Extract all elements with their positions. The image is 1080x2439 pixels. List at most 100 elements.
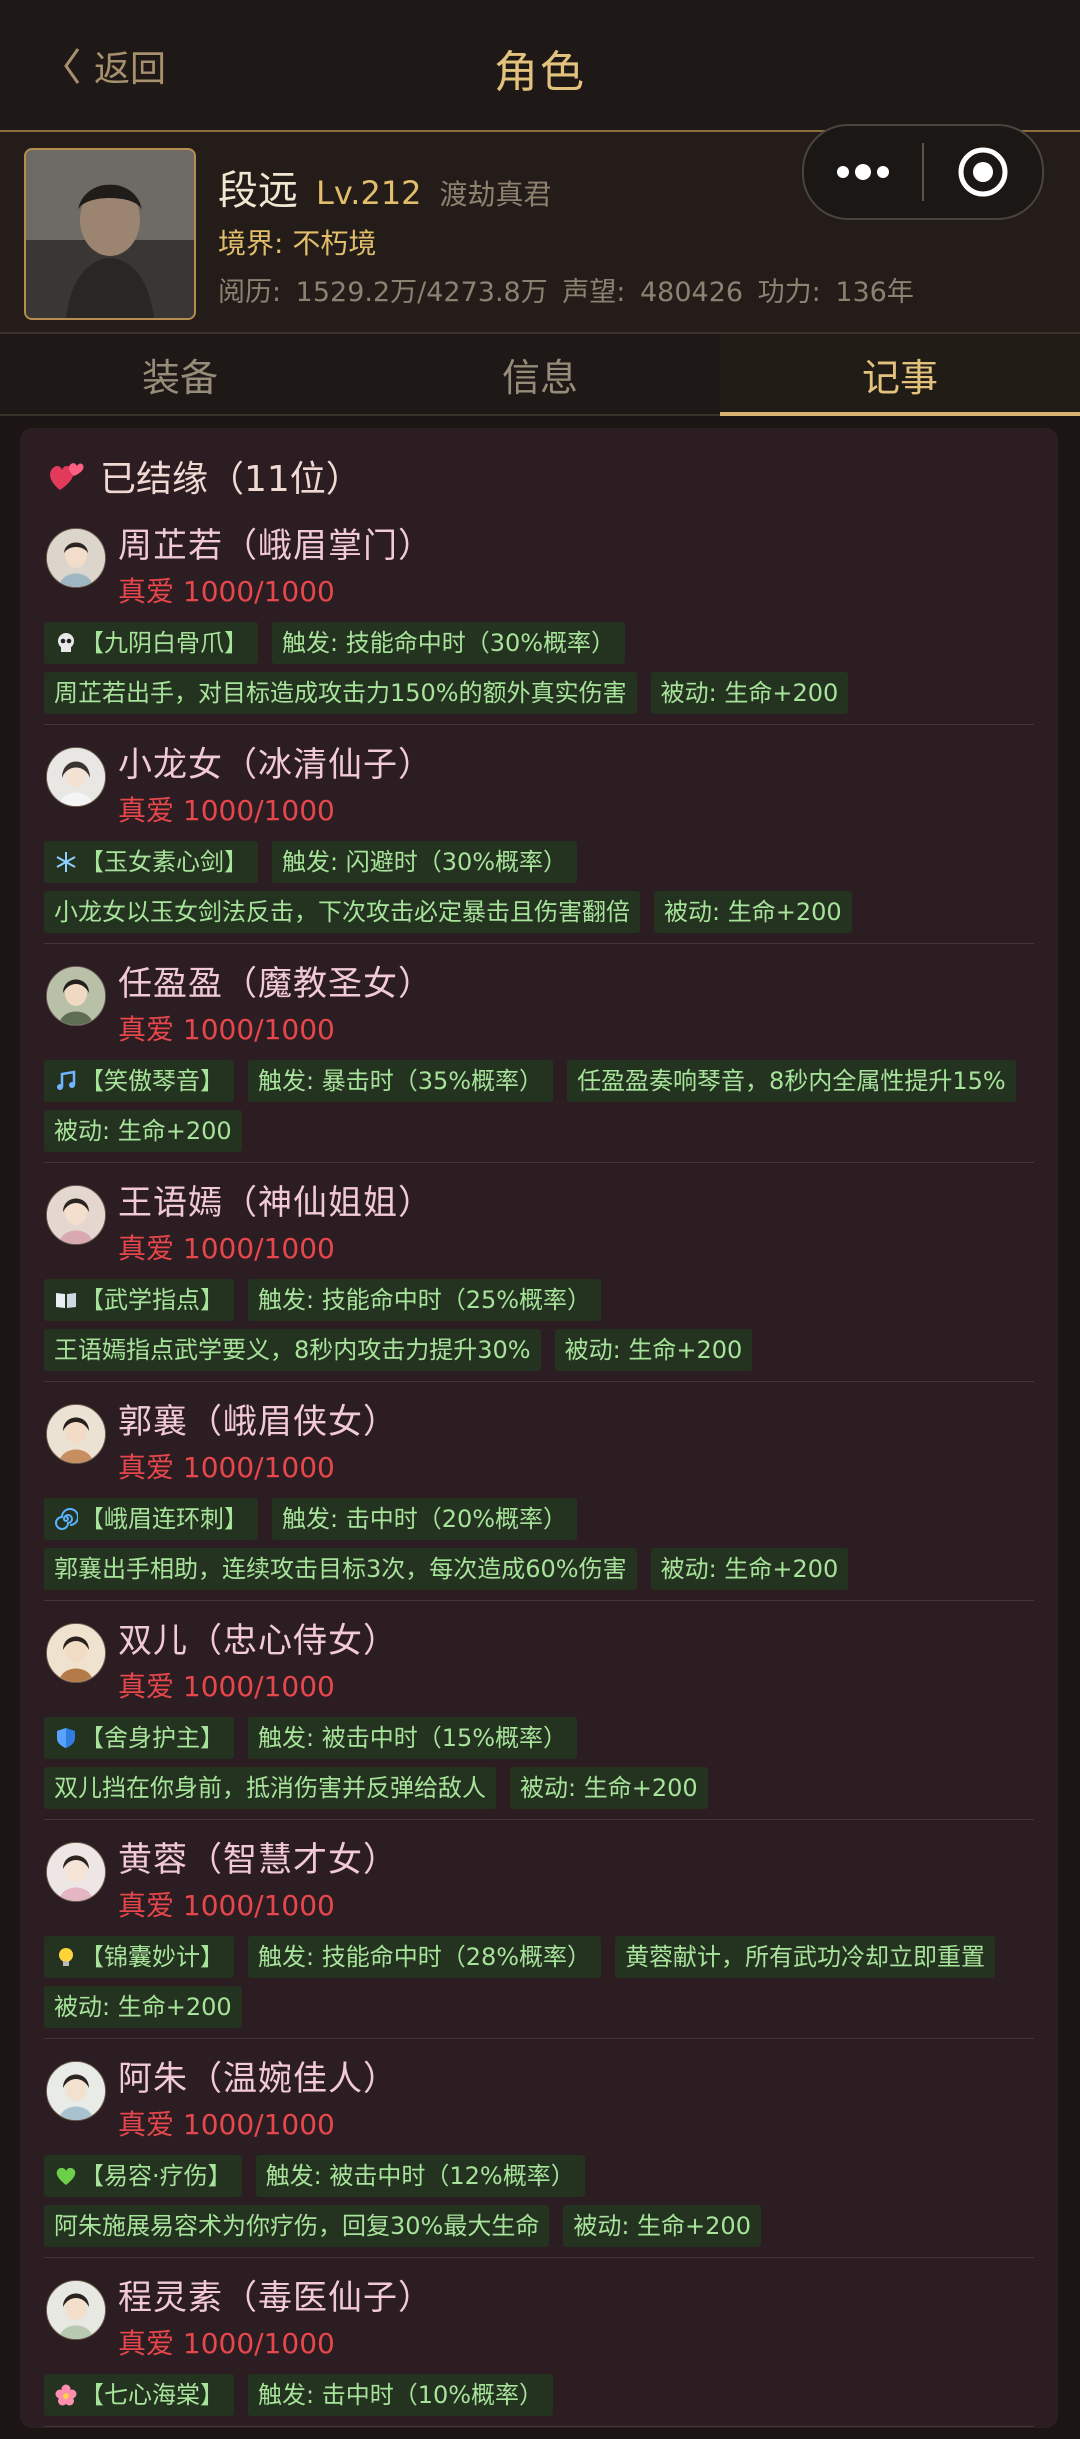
character-realm: 境界: 不朽境	[218, 227, 377, 260]
skill-name-tag: 【锦囊妙计】	[44, 1936, 234, 1978]
character-stats: 阅历: 1529.2万/4273.8万 声望: 480426 功力: 136年	[218, 277, 914, 308]
companion-avatar	[46, 2280, 106, 2340]
passive-tag: 被动: 生命+200	[44, 1986, 242, 2028]
music-note-icon	[57, 1070, 76, 1090]
character-name-line: 段远 Lv.212 渡劫真君	[218, 158, 552, 216]
companion-name: 小龙女（冰清仙子）	[118, 745, 433, 785]
character-level: Lv.212	[316, 174, 422, 212]
trigger-tag: 触发: 被击中时（12%概率）	[255, 2155, 585, 2197]
companion-affection: 真爱 1000/1000	[118, 1232, 335, 1265]
tab-equipment[interactable]: 装备	[0, 334, 360, 414]
companion-affection: 真爱 1000/1000	[118, 2108, 335, 2141]
passive-tag: 被动: 生命+200	[650, 1548, 849, 1590]
tab-info[interactable]: 信息	[360, 334, 720, 414]
companion-avatar	[46, 1404, 106, 1464]
effect-tag: 双儿挡在你身前，抵消伤害并反弹给敌人	[44, 1767, 496, 1809]
companion-skill-tags: 【武学指点】 触发: 技能命中时（25%概率） 王语嫣指点武学要义，8秒内攻击力…	[44, 1279, 1034, 1371]
character-portrait	[24, 148, 196, 320]
companion-item[interactable]: 周芷若（峨眉掌门） 真爱 1000/1000 【九阴白骨爪】 触发: 技能命中时…	[44, 518, 1034, 725]
page-title: 角色	[494, 47, 586, 98]
trigger-tag: 触发: 击中时（20%概率）	[272, 1498, 578, 1540]
companion-skill-tags: 【七心海棠】 触发: 击中时（10%概率）	[44, 2374, 1034, 2416]
companion-skill-tags: 【舍身护主】 触发: 被击中时（15%概率） 双儿挡在你身前，抵消伤害并反弹给敌…	[44, 1717, 1034, 1809]
skill-name-tag: 【玉女素心剑】	[44, 841, 258, 883]
companion-skill-tags: 【笑傲琴音】 触发: 暴击时（35%概率） 任盈盈奏响琴音，8秒内全属性提升15…	[44, 1060, 1034, 1152]
companion-item[interactable]: 黄蓉（智慧才女） 真爱 1000/1000 【锦囊妙计】 触发: 技能命中时（2…	[44, 1832, 1034, 2039]
more-menu-button[interactable]	[804, 126, 922, 218]
effect-tag: 王语嫣指点武学要义，8秒内攻击力提升30%	[44, 1329, 541, 1371]
effect-tag: 郭襄出手相助，连续攻击目标3次，每次造成60%伤害	[44, 1548, 637, 1590]
companion-affection: 真爱 1000/1000	[118, 575, 335, 608]
effect-tag: 小龙女以玉女剑法反击，下次攻击必定暴击且伤害翻倍	[44, 891, 640, 933]
companion-avatar	[46, 1623, 106, 1683]
skill-name-tag: 【笑傲琴音】	[44, 1060, 234, 1102]
close-miniprogram-button[interactable]	[924, 126, 1042, 218]
companion-name: 黄蓉（智慧才女）	[118, 1840, 398, 1880]
companion-name: 王语嫣（神仙姐姐）	[118, 1183, 433, 1223]
effect-tag: 任盈盈奏响琴音，8秒内全属性提升15%	[567, 1060, 1016, 1102]
skill-name-tag: 【舍身护主】	[44, 1717, 234, 1759]
companion-name: 双儿（忠心侍女）	[118, 1621, 398, 1661]
tab-bar: 装备 信息 记事	[0, 332, 1080, 416]
bonded-companions-card: 已结缘（11位） 周芷若（峨眉掌门） 真爱 1000/1000 【九阴白骨爪】 …	[20, 428, 1058, 2428]
trigger-tag: 触发: 技能命中时（30%概率）	[272, 622, 626, 664]
companion-item[interactable]: 阿朱（温婉佳人） 真爱 1000/1000 【易容·疗伤】 触发: 被击中时（1…	[44, 2051, 1034, 2258]
passive-tag: 被动: 生命+200	[563, 2205, 761, 2247]
companion-name: 郭襄（峨眉侠女）	[118, 1402, 398, 1442]
companion-skill-tags: 【玉女素心剑】 触发: 闪避时（30%概率） 小龙女以玉女剑法反击，下次攻击必定…	[44, 841, 1034, 933]
shield-icon	[57, 1728, 75, 1748]
companion-affection: 真爱 1000/1000	[118, 2327, 335, 2360]
target-icon	[958, 147, 1008, 197]
companion-name: 任盈盈（魔教圣女）	[118, 964, 433, 1004]
companion-avatar	[46, 2061, 106, 2121]
passive-tag: 被动: 生命+200	[554, 1329, 753, 1371]
hearts-icon	[50, 463, 84, 490]
effect-tag: 阿朱施展易容术为你疗伤，回复30%最大生命	[44, 2205, 550, 2247]
skull-icon	[58, 633, 74, 652]
trigger-tag: 触发: 暴击时（35%概率）	[248, 1060, 554, 1102]
companion-item[interactable]: 双儿（忠心侍女） 真爱 1000/1000 【舍身护主】 触发: 被击中时（15…	[44, 1613, 1034, 1820]
miniprogram-capsule	[802, 124, 1044, 220]
skill-name-tag: 【九阴白骨爪】	[44, 622, 258, 664]
effect-tag: 黄蓉献计，所有武功冷却立即重置	[615, 1936, 996, 1978]
companion-avatar	[46, 528, 106, 588]
companion-avatar	[46, 747, 106, 807]
trigger-tag: 触发: 技能命中时（28%概率）	[248, 1936, 602, 1978]
character-title: 渡劫真君	[439, 178, 552, 211]
companion-skill-tags: 【九阴白骨爪】 触发: 技能命中时（30%概率） 周芷若出手，对目标造成攻击力1…	[44, 622, 1034, 714]
companion-list: 周芷若（峨眉掌门） 真爱 1000/1000 【九阴白骨爪】 触发: 技能命中时…	[44, 518, 1034, 2439]
companion-name: 程灵素（毒医仙子）	[118, 2278, 433, 2318]
passive-tag: 被动: 生命+200	[510, 1767, 708, 1809]
companion-affection: 真爱 1000/1000	[118, 794, 335, 827]
trigger-tag: 触发: 被击中时（15%概率）	[248, 1717, 578, 1759]
companion-avatar	[46, 1842, 106, 1902]
trigger-tag: 触发: 击中时（10%概率）	[248, 2374, 554, 2416]
companion-item[interactable]: 王语嫣（神仙姐姐） 真爱 1000/1000 【武学指点】 触发: 技能命中时（…	[44, 1175, 1034, 1382]
flower-icon	[55, 2384, 77, 2406]
more-dots-icon	[837, 164, 889, 180]
spiral-icon	[55, 1508, 78, 1530]
companion-name: 阿朱（温婉佳人）	[118, 2059, 398, 2099]
green-heart-icon	[56, 2167, 76, 2185]
passive-tag: 被动: 生命+200	[654, 891, 852, 933]
skill-name-tag: 【七心海棠】	[44, 2374, 234, 2416]
companion-affection: 真爱 1000/1000	[118, 1670, 335, 1703]
effect-tag: 周芷若出手，对目标造成攻击力150%的额外真实伤害	[44, 672, 637, 714]
companion-item[interactable]: 任盈盈（魔教圣女） 真爱 1000/1000 【笑傲琴音】 触发: 暴击时（35…	[44, 956, 1034, 1163]
character-name: 段远	[218, 168, 298, 214]
passive-tag: 被动: 生命+200	[44, 1110, 242, 1152]
lightbulb-icon	[59, 1948, 73, 1966]
companion-item[interactable]: 郭襄（峨眉侠女） 真爱 1000/1000 【峨眉连环刺】 触发: 击中时（20…	[44, 1394, 1034, 1601]
trigger-tag: 触发: 闪避时（30%概率）	[272, 841, 578, 883]
companion-item[interactable]: 小龙女（冰清仙子） 真爱 1000/1000 【玉女素心剑】 触发: 闪避时（3…	[44, 737, 1034, 944]
section-header: 已结缘（11位）	[46, 450, 362, 502]
companion-item[interactable]: 程灵素（毒医仙子） 真爱 1000/1000 【七心海棠】 触发: 击中时（10…	[44, 2270, 1034, 2427]
skill-name-tag: 【武学指点】	[44, 1279, 234, 1321]
skill-name-tag: 【峨眉连环刺】	[44, 1498, 258, 1540]
companion-affection: 真爱 1000/1000	[118, 1451, 335, 1484]
snowflake-icon	[56, 852, 76, 872]
companion-skill-tags: 【易容·疗伤】 触发: 被击中时（12%概率） 阿朱施展易容术为你疗伤，回复30…	[44, 2155, 1034, 2247]
companion-skill-tags: 【锦囊妙计】 触发: 技能命中时（28%概率） 黄蓉献计，所有武功冷却立即重置 …	[44, 1936, 1034, 2028]
companion-name: 周芷若（峨眉掌门）	[118, 526, 433, 566]
tab-records[interactable]: 记事	[720, 334, 1080, 416]
